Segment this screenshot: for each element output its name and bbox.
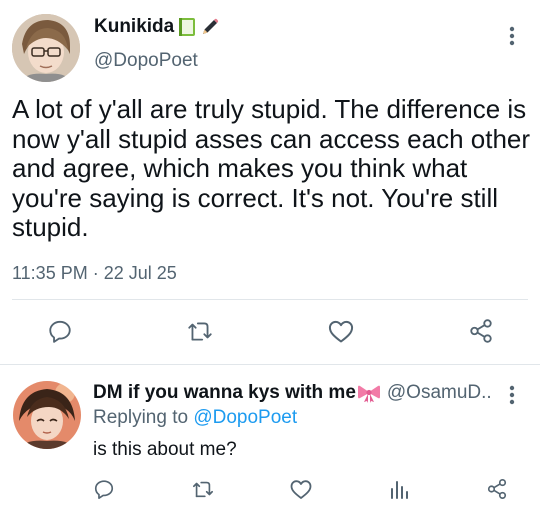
ribbon-icon [357, 383, 381, 403]
reply-text: is this about me? [93, 439, 237, 460]
reply-icon[interactable] [93, 478, 115, 500]
tweet-timestamp[interactable]: 11:35 PM · 22 Jul 25 [12, 263, 177, 284]
author-avatar[interactable] [12, 14, 80, 82]
green-book-icon [177, 17, 197, 37]
reply-display-name[interactable]: DM if you wanna kys with me [93, 382, 356, 404]
retweet-icon[interactable] [191, 478, 215, 500]
share-icon[interactable] [486, 478, 508, 500]
like-icon[interactable] [289, 478, 313, 500]
replying-to-label: Replying to [93, 407, 189, 428]
replying-to-link[interactable]: @DopoPoet [193, 407, 297, 428]
reply-header-row: DM if you wanna kys with me @OsamuD... [93, 382, 491, 404]
replying-to-line: Replying to @DopoPoet [93, 407, 297, 429]
pencil-icon [200, 17, 220, 37]
tweet-text: A lot of y'all are truly stupid. The dif… [12, 94, 531, 242]
divider [12, 299, 528, 300]
author-avatar-art [12, 14, 80, 82]
retweet-icon[interactable] [186, 318, 214, 344]
reply-author-handle[interactable]: @OsamuD... [387, 382, 491, 404]
analytics-icon[interactable] [389, 478, 409, 500]
reply-more-options-icon[interactable] [504, 383, 520, 407]
author-name-row: Kunikida [94, 16, 220, 38]
reply-icon[interactable] [47, 318, 73, 344]
like-icon[interactable] [327, 318, 355, 344]
reply-avatar-art [13, 381, 81, 449]
divider [0, 364, 540, 365]
reply-author-avatar[interactable] [13, 381, 81, 449]
more-options-icon[interactable] [504, 24, 520, 48]
share-icon[interactable] [468, 318, 494, 344]
author-display-name[interactable]: Kunikida [94, 16, 174, 38]
author-handle[interactable]: @DopoPoet [94, 50, 198, 72]
